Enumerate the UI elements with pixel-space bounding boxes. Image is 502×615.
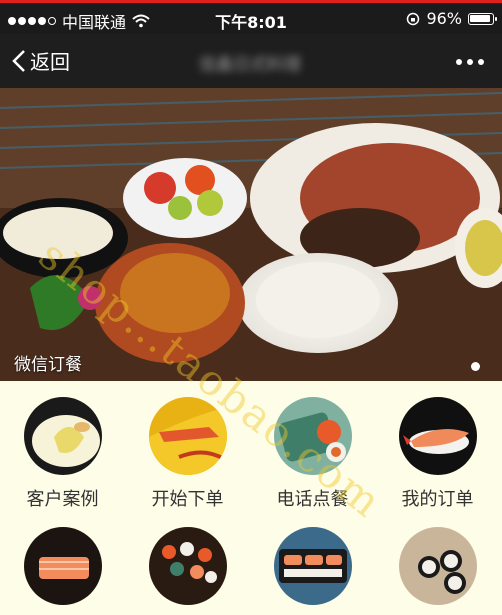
carousel-indicator-dot[interactable] <box>471 362 480 371</box>
status-right: 96% <box>406 9 497 28</box>
maki-plate-icon <box>398 527 477 605</box>
orientation-lock-icon <box>407 12 420 25</box>
menu-item-label: 我的订单 <box>401 489 474 510</box>
menu-item-my-orders[interactable]: 我的订单 <box>375 397 500 511</box>
menu-item-start-order[interactable]: 开始下单 <box>125 397 250 511</box>
sushi-boat-icon <box>148 527 227 605</box>
menu-item-label: 电话点餐 <box>276 489 349 510</box>
sushi-rolls-icon <box>273 397 352 475</box>
tempura-plate-icon <box>23 397 102 475</box>
crab-plate-icon <box>148 397 227 475</box>
menu-item-label: 客户案例 <box>26 489 99 510</box>
menu-item-label: 开始下单 <box>151 489 224 510</box>
menu-item-phone-order[interactable]: 电话点餐 <box>250 397 375 511</box>
battery-icon <box>468 12 497 25</box>
battery-percent: 96% <box>426 9 462 28</box>
shrimp-nigiri-icon <box>398 397 477 475</box>
menu-grid: 客户案例 开始下单 电话点餐 我的订单 <box>0 381 502 605</box>
menu-item-8[interactable] <box>375 527 500 615</box>
menu-item-7[interactable] <box>250 527 375 615</box>
banner-food-image <box>0 88 502 381</box>
chevron-left-icon <box>12 49 25 72</box>
page-title: 佳鑫日式料理 <box>199 55 301 75</box>
back-label: 返回 <box>30 50 70 74</box>
status-bar: 中国联通 下午8:01 96% <box>0 0 502 34</box>
salmon-sushi-tray-icon <box>273 527 352 605</box>
menu-item-6[interactable] <box>125 527 250 615</box>
banner-carousel[interactable]: 微信订餐 <box>0 88 502 381</box>
nav-bar: 返回 佳鑫日式料理 <box>0 34 502 88</box>
banner-caption: 微信订餐 <box>14 355 82 375</box>
back-button[interactable]: 返回 <box>12 46 70 75</box>
salmon-sashimi-icon <box>23 527 102 605</box>
menu-item-customer-cases[interactable]: 客户案例 <box>0 397 125 511</box>
more-options-icon[interactable] <box>456 59 484 65</box>
menu-item-5[interactable] <box>0 527 125 615</box>
